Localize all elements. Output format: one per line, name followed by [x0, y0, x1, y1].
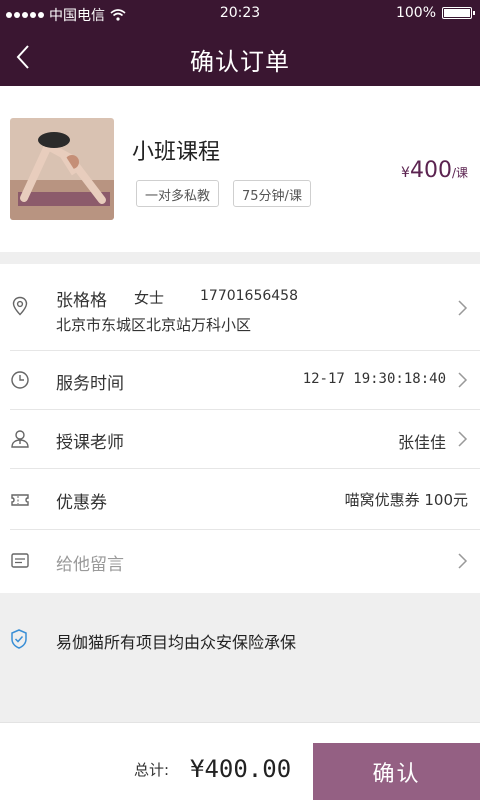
chevron-right-icon	[458, 431, 468, 447]
insurance-text: 易伽猫所有项目均由众安保险承保	[56, 633, 297, 652]
tag-type: 一对多私教	[136, 180, 220, 207]
address-row[interactable]: 张格格 女士 17701656458 北京市东城区北京站万科小区	[0, 264, 480, 350]
teacher-label: 授课老师	[56, 433, 124, 453]
contact-name: 张格格	[56, 291, 107, 311]
product-price: ¥400/课	[401, 158, 468, 183]
tag-duration: 75分钟/课	[233, 180, 311, 207]
product-name: 小班课程	[132, 140, 221, 165]
shield-icon	[11, 629, 27, 649]
battery-icon	[442, 7, 475, 19]
contact-title: 女士	[134, 289, 165, 307]
insurance-note: 易伽猫所有项目均由众安保险承保	[0, 593, 480, 721]
clock-icon	[11, 371, 29, 389]
status-bar: 中国电信 20:23 100%	[0, 0, 480, 28]
price-value: 400	[409, 158, 452, 183]
status-right: 100%	[395, 5, 475, 21]
order-info-list: 张格格 女士 17701656458 北京市东城区北京站万科小区 服务时间 12…	[0, 264, 480, 593]
contact-address: 北京市东城区北京站万科小区	[56, 316, 252, 334]
message-input[interactable]: 给他留言	[56, 550, 124, 575]
total-amount: ¥400.00	[190, 755, 292, 783]
bottom-bar: 总计: ¥400.00 确认	[0, 722, 480, 800]
message-icon	[11, 553, 29, 568]
teacher-value: 张佳佳	[397, 433, 446, 452]
coupon-label: 优惠券	[56, 493, 107, 513]
teacher-row[interactable]: 授课老师 张佳佳	[0, 410, 480, 468]
coupon-row[interactable]: 优惠券 喵窝优惠券 100元	[0, 469, 480, 529]
service-time-row[interactable]: 服务时间 12-17 19:30:18:40	[0, 351, 480, 409]
product-tags: 一对多私教 75分钟/课	[136, 180, 311, 207]
confirm-button[interactable]: 确认	[313, 743, 480, 800]
total-label: 总计:	[134, 761, 170, 779]
page-title: 确认订单	[190, 48, 290, 76]
teacher-icon	[11, 430, 29, 448]
chevron-right-icon	[458, 300, 468, 316]
coupon-icon	[11, 494, 29, 506]
service-time-value: 12-17 19:30:18:40	[302, 371, 446, 387]
coupon-value: 喵窝优惠券 100元	[344, 491, 468, 509]
battery-percent: 100%	[395, 5, 436, 21]
message-row[interactable]: 给他留言	[0, 530, 480, 593]
price-currency: ¥	[401, 165, 410, 181]
product-thumbnail	[10, 118, 114, 220]
nav-bar: 确认订单	[0, 28, 480, 86]
price-unit: /课	[451, 166, 468, 180]
contact-phone: 17701656458	[200, 288, 298, 304]
location-pin-icon	[12, 296, 28, 316]
chevron-right-icon	[458, 553, 468, 569]
product-card: 小班课程 一对多私教 75分钟/课 ¥400/课	[0, 86, 480, 252]
service-time-label: 服务时间	[56, 374, 124, 394]
chevron-right-icon	[458, 372, 468, 388]
